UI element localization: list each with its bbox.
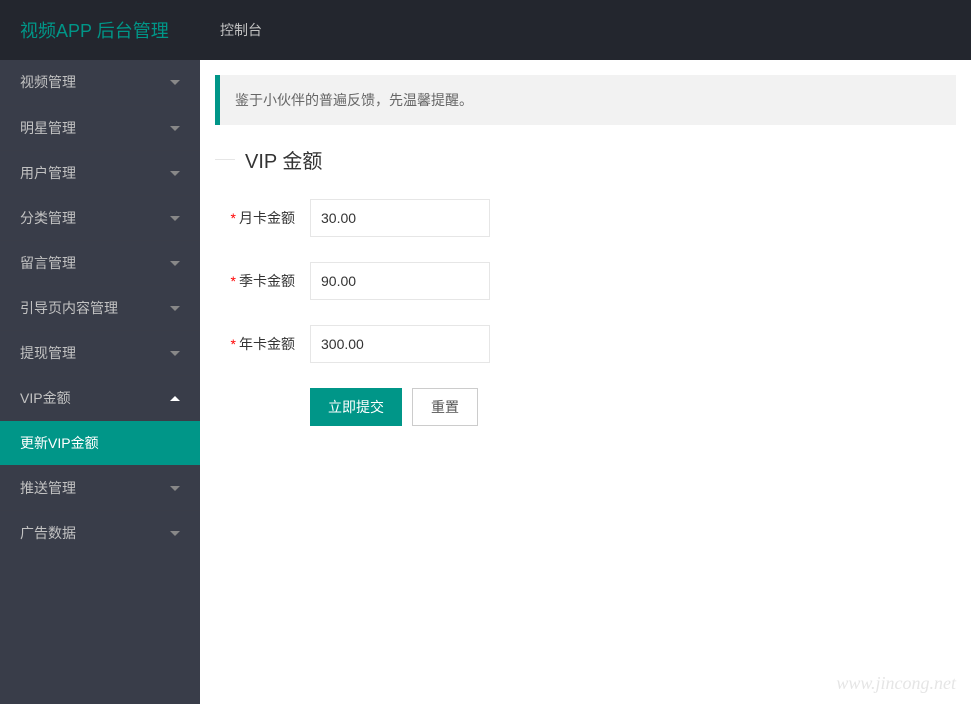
- monthly-input[interactable]: [310, 199, 490, 237]
- sidebar-item-user[interactable]: 用户管理: [0, 150, 200, 195]
- sidebar-item-message[interactable]: 留言管理: [0, 240, 200, 285]
- sidebar-item-label: 引导页内容管理: [20, 286, 118, 331]
- yearly-input[interactable]: [310, 325, 490, 363]
- chevron-down-icon: [170, 486, 180, 491]
- watermark: www.jincong.net: [836, 673, 956, 694]
- form-legend: VIP 金额: [215, 145, 956, 174]
- chevron-down-icon: [170, 261, 180, 266]
- sidebar-item-label: 更新VIP金额: [20, 421, 99, 466]
- sidebar-item-label: 提现管理: [20, 331, 76, 376]
- required-mark: *: [231, 336, 236, 352]
- sidebar-item-star[interactable]: 明星管理: [0, 105, 200, 150]
- sidebar-item-vip[interactable]: VIP金额: [0, 375, 200, 420]
- form-item-yearly: *年卡金额: [215, 325, 956, 363]
- legend-line-icon: [215, 159, 235, 160]
- sidebar: 视频管理 明星管理 用户管理 分类管理 留言管理 引导页内容管理 提现管理 V: [0, 60, 200, 704]
- sidebar-item-label: VIP金额: [20, 376, 71, 421]
- chevron-up-icon: [170, 396, 180, 401]
- notice-banner: 鉴于小伙伴的普遍反馈，先温馨提醒。: [215, 75, 956, 125]
- chevron-down-icon: [170, 306, 180, 311]
- submit-button[interactable]: 立即提交: [310, 388, 402, 426]
- sidebar-subitem-update-vip[interactable]: 更新VIP金额: [0, 420, 200, 465]
- sidebar-item-label: 留言管理: [20, 241, 76, 286]
- sidebar-item-ad[interactable]: 广告数据: [0, 510, 200, 555]
- sidebar-item-label: 分类管理: [20, 196, 76, 241]
- chevron-down-icon: [170, 531, 180, 536]
- required-mark: *: [231, 210, 236, 226]
- app-logo: 视频APP 后台管理: [20, 17, 200, 43]
- reset-button[interactable]: 重置: [412, 388, 478, 426]
- sidebar-item-label: 推送管理: [20, 466, 76, 511]
- sidebar-item-label: 广告数据: [20, 511, 76, 556]
- header: 视频APP 后台管理 控制台: [0, 0, 971, 60]
- yearly-label: *年卡金额: [215, 334, 310, 354]
- sidebar-item-label: 明星管理: [20, 106, 76, 151]
- chevron-down-icon: [170, 351, 180, 356]
- sidebar-item-withdraw[interactable]: 提现管理: [0, 330, 200, 375]
- main-content: 鉴于小伙伴的普遍反馈，先温馨提醒。 VIP 金额 *月卡金额 *季卡金额: [200, 60, 971, 704]
- form-buttons: 立即提交 重置: [310, 388, 956, 426]
- required-mark: *: [231, 273, 236, 289]
- chevron-down-icon: [170, 171, 180, 176]
- sidebar-item-label: 视频管理: [20, 60, 76, 105]
- legend-text: VIP 金额: [245, 145, 322, 174]
- monthly-label: *月卡金额: [215, 208, 310, 228]
- sidebar-item-video[interactable]: 视频管理: [0, 60, 200, 105]
- sidebar-item-guide[interactable]: 引导页内容管理: [0, 285, 200, 330]
- sidebar-item-push[interactable]: 推送管理: [0, 465, 200, 510]
- nav-console[interactable]: 控制台: [200, 20, 282, 40]
- sidebar-item-category[interactable]: 分类管理: [0, 195, 200, 240]
- sidebar-item-label: 用户管理: [20, 151, 76, 196]
- chevron-down-icon: [170, 126, 180, 131]
- quarterly-label: *季卡金额: [215, 271, 310, 291]
- vip-form: VIP 金额 *月卡金额 *季卡金额 *年卡金额: [215, 145, 956, 426]
- form-item-quarterly: *季卡金额: [215, 262, 956, 300]
- quarterly-input[interactable]: [310, 262, 490, 300]
- form-item-monthly: *月卡金额: [215, 199, 956, 237]
- chevron-down-icon: [170, 80, 180, 85]
- chevron-down-icon: [170, 216, 180, 221]
